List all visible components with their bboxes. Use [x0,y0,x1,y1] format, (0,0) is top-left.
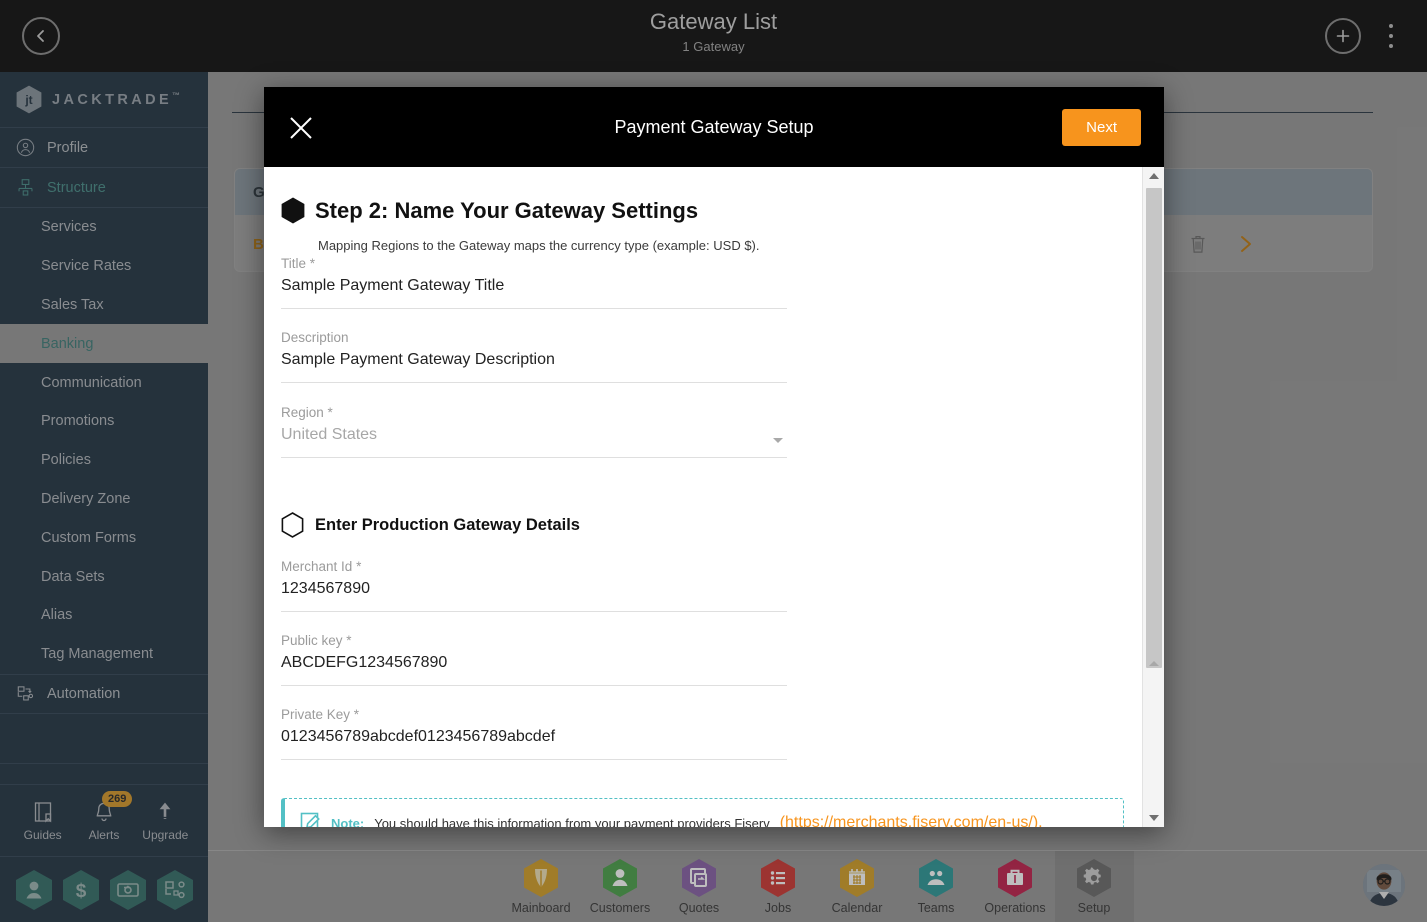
field-label: Public key * [281,633,352,648]
scrollbar-thumb[interactable] [1146,188,1162,668]
app-root: Gateway List 1 Gateway jt JACKTRADE™ Pro… [0,0,1427,922]
note-banner: Note: You should have this information f… [281,798,1124,827]
field-label: Description [281,330,349,345]
scroll-up-arrow-icon[interactable] [1143,167,1164,185]
field-value: 1234567890 [281,580,370,597]
step-subtitle: Mapping Regions to the Gateway maps the … [318,238,760,253]
section-heading-production: Enter Production Gateway Details [264,512,1142,538]
modal-header: Payment Gateway Setup Next [264,87,1164,167]
step-title: Step 2: Name Your Gateway Settings [315,197,699,223]
section-title: Enter Production Gateway Details [315,515,580,534]
field-private-key[interactable]: Private Key * 0123456789abcdef0123456789… [281,706,787,760]
close-icon[interactable] [286,113,316,143]
field-title[interactable]: Title * Sample Payment Gateway Title [281,255,787,309]
note-link[interactable]: (https://merchants.fiserv.com/en-us/). [780,814,1043,827]
chevron-down-icon[interactable] [773,438,783,443]
note-edit-icon [300,812,320,827]
hexagon-filled-icon [281,197,305,224]
field-value: Sample Payment Gateway Description [281,351,555,368]
modal-title: Payment Gateway Setup [614,116,814,137]
required-mark: * [356,559,362,574]
field-description[interactable]: Description Sample Payment Gateway Descr… [281,329,787,383]
field-region[interactable]: Region * United States [281,404,787,458]
modal-body: Step 2: Name Your Gateway Settings Mappi… [264,167,1164,827]
field-value: United States [281,426,378,443]
field-label: Merchant Id * [281,559,362,574]
field-label: Private Key * [281,707,360,722]
modal-scroll-content: Step 2: Name Your Gateway Settings Mappi… [264,167,1142,827]
required-mark: * [353,707,360,722]
required-mark: * [327,405,333,420]
field-label: Region * [281,405,333,420]
step-heading: Step 2: Name Your Gateway Settings [264,197,1142,224]
field-value: 0123456789abcdef0123456789abcdef [281,728,556,745]
field-value: ABCDEFG1234567890 [281,654,448,671]
note-text: You should have this information from yo… [374,815,770,828]
hexagon-outline-icon [281,512,304,538]
next-button[interactable]: Next [1062,109,1141,146]
scroll-down-arrow-icon[interactable] [1143,809,1164,827]
required-mark: * [309,256,316,271]
field-value: Sample Payment Gateway Title [281,277,505,294]
field-merchant-id[interactable]: Merchant Id * 1234567890 [281,558,787,612]
field-label: Title * [281,256,316,271]
note-label: Note: [331,815,365,828]
required-mark: * [346,633,352,648]
payment-gateway-setup-modal: Payment Gateway Setup Next Step 2: Name … [264,87,1164,827]
field-public-key[interactable]: Public key * ABCDEFG1234567890 [281,632,787,686]
modal-scrollbar[interactable] [1142,167,1164,827]
